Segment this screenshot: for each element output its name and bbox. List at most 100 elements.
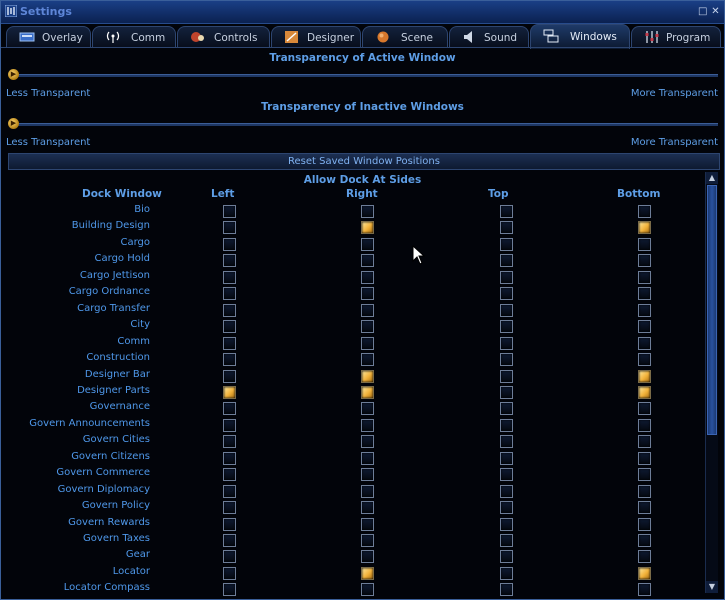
dock-bottom-checkbox[interactable] <box>638 468 651 481</box>
dock-left-checkbox[interactable] <box>223 221 236 234</box>
dock-right-checkbox[interactable] <box>361 419 374 432</box>
dock-right-checkbox[interactable] <box>361 304 374 317</box>
dock-right-checkbox[interactable] <box>361 518 374 531</box>
dock-right-checkbox[interactable] <box>361 205 374 218</box>
dock-left-checkbox[interactable] <box>223 485 236 498</box>
dock-top-checkbox[interactable] <box>500 205 513 218</box>
dock-top-checkbox[interactable] <box>500 468 513 481</box>
dock-top-checkbox[interactable] <box>500 271 513 284</box>
dock-right-checkbox[interactable] <box>361 550 374 563</box>
active-transparency-slider[interactable] <box>13 74 718 77</box>
dock-right-checkbox[interactable] <box>361 353 374 366</box>
dock-right-checkbox[interactable] <box>361 534 374 547</box>
dock-top-checkbox[interactable] <box>500 287 513 300</box>
dock-bottom-checkbox[interactable] <box>638 238 651 251</box>
dock-bottom-checkbox[interactable] <box>638 550 651 563</box>
tab-scene[interactable]: Scene <box>362 26 448 48</box>
tab-designer[interactable]: Designer <box>271 26 361 48</box>
tab-controls[interactable]: Controls <box>177 26 270 48</box>
dock-bottom-checkbox[interactable] <box>638 402 651 415</box>
dock-bottom-checkbox[interactable] <box>638 271 651 284</box>
dock-bottom-checkbox[interactable] <box>638 304 651 317</box>
dock-left-checkbox[interactable] <box>223 534 236 547</box>
dock-right-checkbox[interactable] <box>361 567 374 580</box>
dock-top-checkbox[interactable] <box>500 353 513 366</box>
dock-bottom-checkbox[interactable] <box>638 485 651 498</box>
dock-top-checkbox[interactable] <box>500 485 513 498</box>
dock-top-checkbox[interactable] <box>500 518 513 531</box>
dock-bottom-checkbox[interactable] <box>638 419 651 432</box>
dock-right-checkbox[interactable] <box>361 221 374 234</box>
active-transparency-slider-knob[interactable]: ▶ <box>8 69 19 80</box>
dock-left-checkbox[interactable] <box>223 205 236 218</box>
dock-bottom-checkbox[interactable] <box>638 320 651 333</box>
dock-right-checkbox[interactable] <box>361 386 374 399</box>
scrollbar-thumb[interactable] <box>707 185 717 435</box>
dock-right-checkbox[interactable] <box>361 402 374 415</box>
reset-window-positions-button[interactable]: Reset Saved Window Positions <box>8 153 720 170</box>
dock-right-checkbox[interactable] <box>361 287 374 300</box>
dock-left-checkbox[interactable] <box>223 337 236 350</box>
dock-left-checkbox[interactable] <box>223 567 236 580</box>
inactive-transparency-slider-knob[interactable]: ▶ <box>8 118 19 129</box>
dock-bottom-checkbox[interactable] <box>638 501 651 514</box>
dock-top-checkbox[interactable] <box>500 419 513 432</box>
dock-top-checkbox[interactable] <box>500 534 513 547</box>
dock-top-checkbox[interactable] <box>500 304 513 317</box>
dock-bottom-checkbox[interactable] <box>638 287 651 300</box>
dock-left-checkbox[interactable] <box>223 583 236 596</box>
dock-bottom-checkbox[interactable] <box>638 205 651 218</box>
dock-right-checkbox[interactable] <box>361 337 374 350</box>
dock-left-checkbox[interactable] <box>223 287 236 300</box>
dock-top-checkbox[interactable] <box>500 435 513 448</box>
tab-program[interactable]: Program <box>631 26 721 48</box>
scroll-up-icon[interactable]: ▲ <box>706 172 718 184</box>
dock-right-checkbox[interactable] <box>361 370 374 383</box>
dock-top-checkbox[interactable] <box>500 254 513 267</box>
dock-left-checkbox[interactable] <box>223 271 236 284</box>
dock-top-checkbox[interactable] <box>500 238 513 251</box>
dock-right-checkbox[interactable] <box>361 583 374 596</box>
dock-left-checkbox[interactable] <box>223 518 236 531</box>
dock-left-checkbox[interactable] <box>223 501 236 514</box>
dock-left-checkbox[interactable] <box>223 386 236 399</box>
dock-bottom-checkbox[interactable] <box>638 583 651 596</box>
dock-right-checkbox[interactable] <box>361 271 374 284</box>
dock-bottom-checkbox[interactable] <box>638 353 651 366</box>
dock-bottom-checkbox[interactable] <box>638 370 651 383</box>
dock-left-checkbox[interactable] <box>223 254 236 267</box>
dock-bottom-checkbox[interactable] <box>638 435 651 448</box>
dock-bottom-checkbox[interactable] <box>638 534 651 547</box>
dock-left-checkbox[interactable] <box>223 402 236 415</box>
dock-bottom-checkbox[interactable] <box>638 518 651 531</box>
dock-bottom-checkbox[interactable] <box>638 221 651 234</box>
tab-comm[interactable]: Comm <box>92 26 176 48</box>
scroll-down-icon[interactable]: ▼ <box>706 581 718 593</box>
dock-bottom-checkbox[interactable] <box>638 337 651 350</box>
tab-windows[interactable]: Windows <box>530 24 630 49</box>
dock-right-checkbox[interactable] <box>361 435 374 448</box>
dock-bottom-checkbox[interactable] <box>638 386 651 399</box>
dock-left-checkbox[interactable] <box>223 468 236 481</box>
dock-top-checkbox[interactable] <box>500 386 513 399</box>
dock-left-checkbox[interactable] <box>223 304 236 317</box>
dock-right-checkbox[interactable] <box>361 485 374 498</box>
dock-top-checkbox[interactable] <box>500 452 513 465</box>
dock-left-checkbox[interactable] <box>223 238 236 251</box>
dock-left-checkbox[interactable] <box>223 419 236 432</box>
dock-right-checkbox[interactable] <box>361 254 374 267</box>
dock-bottom-checkbox[interactable] <box>638 452 651 465</box>
dock-left-checkbox[interactable] <box>223 353 236 366</box>
dock-left-checkbox[interactable] <box>223 550 236 563</box>
dock-top-checkbox[interactable] <box>500 370 513 383</box>
dock-left-checkbox[interactable] <box>223 320 236 333</box>
vertical-scrollbar[interactable]: ▲ ▼ <box>705 172 718 593</box>
dock-right-checkbox[interactable] <box>361 238 374 251</box>
dock-top-checkbox[interactable] <box>500 402 513 415</box>
dock-right-checkbox[interactable] <box>361 320 374 333</box>
title-bar[interactable]: Settings □ ✕ <box>1 1 724 24</box>
dock-top-checkbox[interactable] <box>500 501 513 514</box>
dock-top-checkbox[interactable] <box>500 583 513 596</box>
close-icon[interactable]: ✕ <box>711 7 720 17</box>
inactive-transparency-slider[interactable] <box>13 123 718 126</box>
